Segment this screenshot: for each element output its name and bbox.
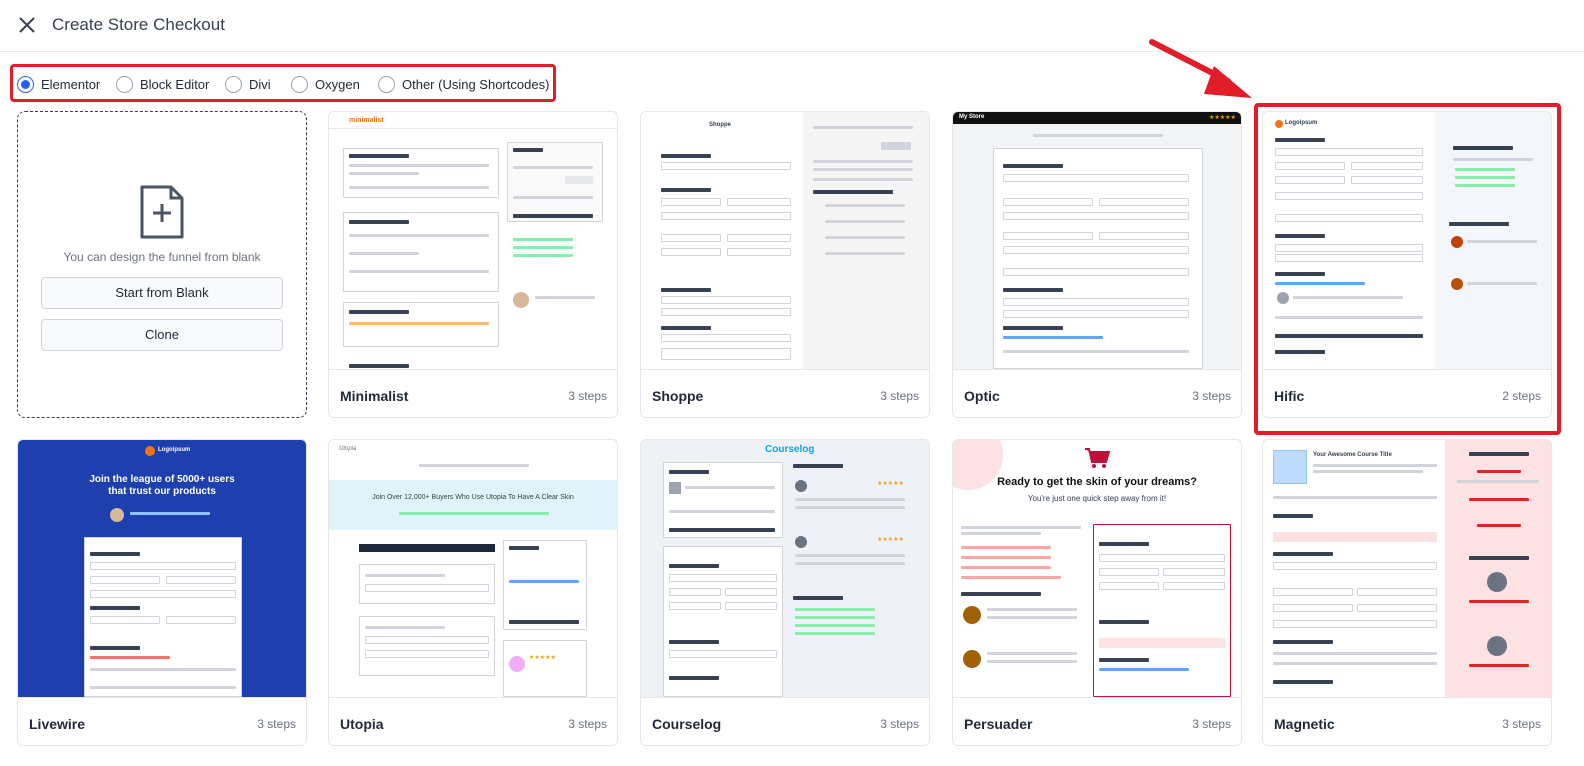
template-footer: Hific 2 steps [1263, 369, 1551, 417]
template-card-persuader[interactable]: Ready to get the skin of your dreams? Yo… [952, 439, 1242, 746]
radio-icon[interactable] [225, 75, 242, 93]
template-footer: Utopia 3 steps [329, 697, 617, 745]
template-footer: Optic 3 steps [953, 369, 1241, 417]
brand-logo: Shoppe [709, 122, 731, 128]
template-name: Utopia [340, 716, 384, 732]
hero-subheadline: You're just one quick step away from it! [1027, 494, 1167, 503]
template-card-optic[interactable]: My Store ★★★★★ Optic 3 steps [952, 111, 1242, 418]
brand-logo: Logoipsum [1285, 120, 1318, 126]
template-steps: 3 steps [1192, 389, 1231, 403]
template-name: Optic [964, 388, 1000, 404]
template-name: Magnetic [1274, 716, 1335, 732]
template-card-utopia[interactable]: Utopia Join Over 12,000+ Buyers Who Use … [328, 439, 618, 746]
template-preview: minimalist [329, 112, 617, 369]
radio-icon[interactable] [291, 75, 308, 93]
template-name: Courselog [652, 716, 722, 732]
blank-description: You can design the funnel from blank [63, 250, 261, 264]
radio-label: Other (Using Shortcodes) [402, 76, 550, 92]
template-preview: Your Awesome Course Title [1263, 440, 1551, 697]
page-builder-selector: Elementor Block Editor Divi Oxygen Other… [10, 64, 556, 102]
template-footer: Persuader 3 steps [953, 697, 1241, 745]
radio-label: Block Editor [140, 76, 210, 92]
clone-button[interactable]: Clone [41, 319, 283, 351]
template-steps: 3 steps [1192, 717, 1231, 731]
template-footer: Shoppe 3 steps [641, 369, 929, 417]
template-preview: My Store ★★★★★ [953, 112, 1241, 369]
template-steps: 3 steps [880, 717, 919, 731]
template-card-minimalist[interactable]: minimalist Minimalist 3 steps [328, 111, 618, 418]
radio-label: Elementor [41, 76, 101, 92]
radio-label: Divi [249, 76, 271, 92]
template-card-hific[interactable]: Logoipsum Hific 2 steps [1262, 111, 1552, 418]
brand-logo: Utopia [339, 446, 357, 452]
template-preview: Ready to get the skin of your dreams? Yo… [953, 440, 1241, 697]
template-card-livewire[interactable]: Logoipsum Join the league of 5000+ users… [17, 439, 307, 746]
template-preview: Courselog ★★★★★ ★★★★★ [641, 440, 929, 697]
radio-other-shortcodes[interactable]: Other (Using Shortcodes) [378, 74, 549, 94]
template-name: Hific [1274, 388, 1305, 404]
brand-logo: Logoipsum [158, 447, 191, 453]
template-steps: 3 steps [1502, 717, 1541, 731]
template-steps: 3 steps [257, 717, 296, 731]
brand-logo: Your Awesome Course Title [1313, 452, 1392, 458]
template-footer: Minimalist 3 steps [329, 369, 617, 417]
template-preview: Utopia Join Over 12,000+ Buyers Who Use … [329, 440, 617, 697]
template-name: Persuader [964, 716, 1033, 732]
top-bar: Create Store Checkout [0, 0, 1584, 52]
template-card-magnetic[interactable]: Your Awesome Course Title Magnetic 3 ste… [1262, 439, 1552, 746]
template-preview: Logoipsum Join the league of 5000+ users… [18, 440, 306, 697]
template-steps: 3 steps [880, 389, 919, 403]
start-from-blank-button[interactable]: Start from Blank [41, 277, 283, 309]
new-document-icon [140, 185, 184, 239]
page-title: Create Store Checkout [52, 15, 225, 34]
template-preview: Logoipsum [1263, 112, 1551, 369]
radio-icon[interactable] [116, 75, 133, 93]
cart-icon [1085, 448, 1111, 468]
template-footer: Courselog 3 steps [641, 697, 929, 745]
template-preview: Shoppe [641, 112, 929, 369]
template-steps: 3 steps [568, 389, 607, 403]
hero-headline: Join Over 12,000+ Buyers Who Use Utopia … [372, 494, 574, 501]
template-card-shoppe[interactable]: Shoppe Shoppe 3 steps [640, 111, 930, 418]
radio-elementor[interactable]: Elementor [17, 74, 100, 94]
radio-divi[interactable]: Divi [225, 74, 271, 94]
radio-icon[interactable] [378, 75, 395, 93]
brand-logo: Courselog [765, 444, 815, 455]
template-footer: Livewire 3 steps [18, 697, 306, 745]
template-name: Minimalist [340, 388, 409, 404]
brand-logo: My Store [959, 114, 985, 120]
template-steps: 3 steps [568, 717, 607, 731]
hero-headline: Ready to get the skin of your dreams? [997, 476, 1197, 488]
template-card-courselog[interactable]: Courselog ★★★★★ ★★★★★ Courselog 3 steps [640, 439, 930, 746]
radio-oxygen[interactable]: Oxygen [291, 74, 360, 94]
radio-label: Oxygen [315, 76, 360, 92]
hero-headline: Join the league of 5000+ users that trus… [89, 474, 235, 497]
annotation-arrow-icon [1149, 39, 1252, 98]
template-steps: 2 steps [1502, 389, 1541, 403]
blank-template-card: You can design the funnel from blank Sta… [17, 111, 307, 418]
template-name: Livewire [29, 716, 86, 732]
template-name: Shoppe [652, 388, 704, 404]
template-footer: Magnetic 3 steps [1263, 697, 1551, 745]
brand-logo: minimalist [349, 117, 384, 124]
radio-block-editor[interactable]: Block Editor [116, 74, 209, 94]
radio-selected-icon[interactable] [17, 75, 34, 93]
close-icon[interactable] [16, 14, 38, 36]
